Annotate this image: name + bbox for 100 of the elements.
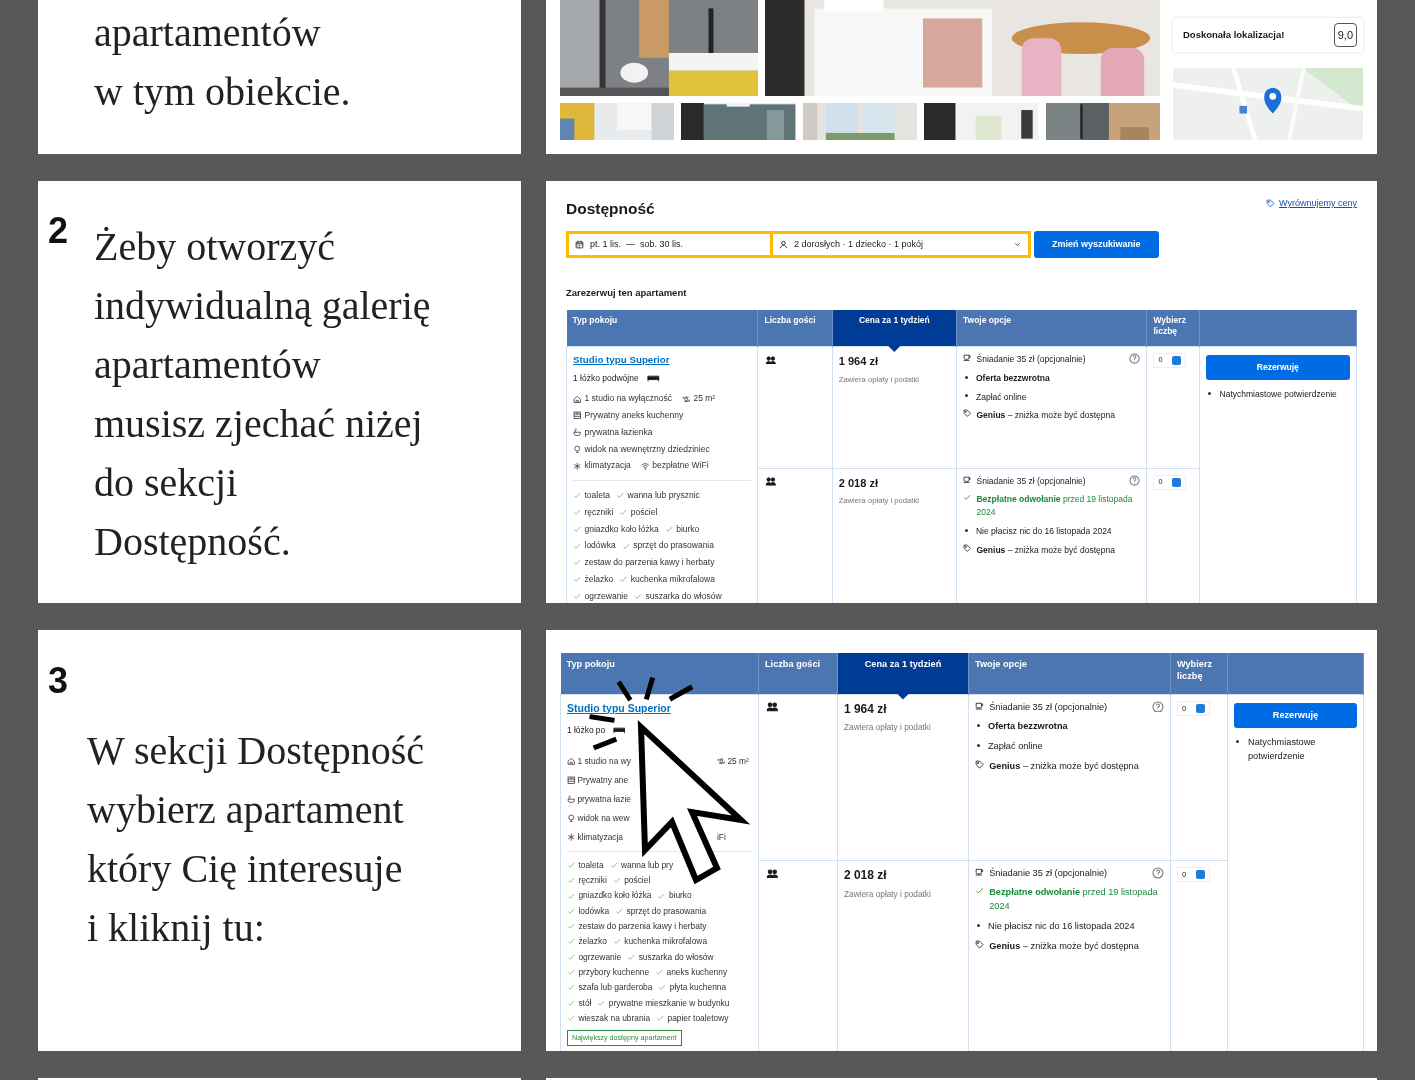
amenity: aneks kuchenny	[666, 965, 728, 979]
bed-type: 1 łóżko po	[567, 724, 606, 737]
option-text: Bezpłatne odwołanie przed 19 listopada 2024	[989, 886, 1159, 914]
guests-field[interactable]: 2 dorosłych · 1 dziecko · 1 pokój	[773, 231, 1031, 259]
price: 1 964 zł	[838, 354, 879, 369]
snowflake-icon	[573, 461, 582, 471]
table-title: Zarezerwuj ten apartament	[566, 286, 688, 301]
room-feature: klimatyzacja	[584, 459, 631, 473]
house-icon	[567, 756, 576, 766]
option-text: Nie płacisz nic do 16 listopada 2024	[988, 920, 1135, 934]
column-header: Wybierz liczbę	[1146, 309, 1200, 347]
selected-pointer-icon	[897, 693, 909, 700]
amenity: suszarka do włosów	[645, 589, 722, 603]
room-feature: iFi	[717, 830, 726, 844]
bullet-icon	[965, 528, 968, 532]
amenity: zestaw do parzenia kawy i herbaty	[584, 556, 715, 569]
price-match-link[interactable]: Wyrównujemy ceny	[1279, 197, 1357, 211]
amenity: stół	[578, 996, 592, 1010]
option-text: Bezpłatne odwołanie przed 19 listopada 2024	[976, 493, 1134, 519]
step-instructions: W sekcji Dostępność wybierz apartament który Cię interesuje i kliknij tu:	[87, 727, 425, 952]
amenity: kuchenka mikrofalowa	[624, 935, 708, 948]
room-feature: 1 studio na wyłączność	[584, 392, 672, 406]
score-badge: 9,0	[1333, 22, 1357, 48]
amenity: sprzęt do prasowania	[633, 539, 714, 553]
room-feature: prywatna łazie	[577, 792, 631, 806]
house-icon	[573, 394, 582, 404]
calendar-icon	[575, 240, 584, 250]
amenity: suszarka do włosów	[638, 950, 714, 964]
room-name-link[interactable]: Studio typu Superior	[567, 701, 671, 714]
amenity: ogrzewanie	[584, 589, 628, 603]
room-feature: 25 m²	[727, 754, 749, 768]
bullet-icon	[1236, 740, 1239, 744]
column-header: Typ pokoju	[566, 309, 758, 347]
step-instructions: apartamentów w tym obiekcie.	[94, 9, 351, 116]
step-number: 2	[48, 213, 70, 253]
check-icon	[664, 524, 674, 534]
price: 2 018 zł	[844, 866, 888, 884]
amenity: lodówka	[584, 539, 616, 553]
bullet-icon	[965, 375, 968, 379]
bullet-icon	[1207, 391, 1211, 395]
option-text: Nie płacisz nic do 16 listopada 2024	[976, 525, 1112, 538]
option-text: Śniadanie 35 zł (opcjonalnie)	[976, 474, 1086, 488]
check-icon	[597, 998, 606, 1007]
bed-type: 1 łóżko podwójne	[573, 371, 639, 385]
room-feature: 25 m²	[693, 392, 716, 406]
amenity: gniazdko koło łóżka	[584, 522, 659, 536]
check-icon	[657, 891, 666, 900]
check-icon	[975, 886, 985, 896]
room-name-link[interactable]: Studio typu Superior	[573, 354, 670, 365]
column-header: Typ pokoju	[560, 653, 759, 694]
reserve-note: Natychmiastowe potwierdzenie	[1248, 736, 1317, 764]
option-text: Genius – zniżka może być dostępna	[989, 939, 1139, 953]
rating-label: Doskonała lokalizacja!	[1183, 27, 1285, 42]
bullet-icon	[977, 724, 980, 728]
check-icon	[656, 1013, 665, 1023]
option-text: Śniadanie 35 zł (opcjonalnie)	[989, 866, 1108, 880]
search-button[interactable]: Zmień wyszukiwanie	[1034, 231, 1159, 259]
snowflake-icon	[567, 832, 576, 842]
guests-icon	[765, 702, 780, 712]
guests-icon	[764, 477, 779, 486]
option-text: Genius – zniżka może być dostępna	[976, 409, 1115, 422]
reserve-button[interactable]: Rezerwuję	[1205, 355, 1350, 380]
stepper-icon	[1172, 355, 1182, 365]
guests-icon	[764, 355, 779, 364]
person-icon	[779, 240, 788, 250]
room-feature: widok na wewnętrzny dziedziniec	[584, 442, 710, 456]
cup-icon	[963, 353, 972, 362]
amenity: żelazko	[578, 935, 607, 948]
option-text: Oferta bezzwrotna	[976, 371, 1050, 385]
reserve-button[interactable]: Rezerwuję	[1234, 702, 1357, 729]
step-instructions: Żeby otworzyć indywidualną galerię apartamentów musisz zjechać niżej do sekcji Dostępność.	[94, 223, 431, 566]
option-text: Genius – zniżka może być dostępna	[976, 543, 1115, 557]
room-feature: Prywatny aneks kuchenny	[584, 409, 684, 422]
amenity: toaleta	[578, 858, 604, 872]
amenity: lodówka	[578, 904, 610, 918]
option-text: Zapłać online	[988, 740, 1043, 754]
amenity: biurko	[676, 522, 700, 536]
date-field[interactable]: pt. 1 lis. — sob. 30 lis.	[566, 231, 773, 259]
tag-icon	[963, 543, 972, 553]
view-icon	[573, 444, 582, 454]
cup-icon	[975, 700, 985, 710]
amenity: kuchenka mikrofalowa	[630, 572, 715, 586]
amenity: gniazdko koło łóżka	[578, 889, 652, 903]
option-text: Śniadanie 35 zł (opcjonalnie)	[976, 353, 1086, 366]
column-header: Twoje opcje	[968, 653, 1171, 694]
price: 2 018 zł	[838, 475, 879, 491]
tag-icon	[963, 409, 972, 418]
stepper-icon	[1196, 703, 1206, 713]
bathtub-icon	[567, 794, 576, 804]
kitchen-icon	[573, 411, 582, 420]
column-header: Twoje opcje	[956, 309, 1147, 347]
help-icon	[1129, 474, 1141, 486]
amenity: toaleta	[584, 489, 611, 502]
area-icon	[717, 756, 726, 766]
amenity: ręczniki	[578, 874, 607, 887]
stepper-icon	[1172, 477, 1182, 487]
column-header: Liczba gości	[758, 309, 833, 347]
bullet-icon	[977, 924, 980, 928]
wifi-icon	[640, 461, 650, 471]
kitchen-icon	[567, 775, 576, 785]
